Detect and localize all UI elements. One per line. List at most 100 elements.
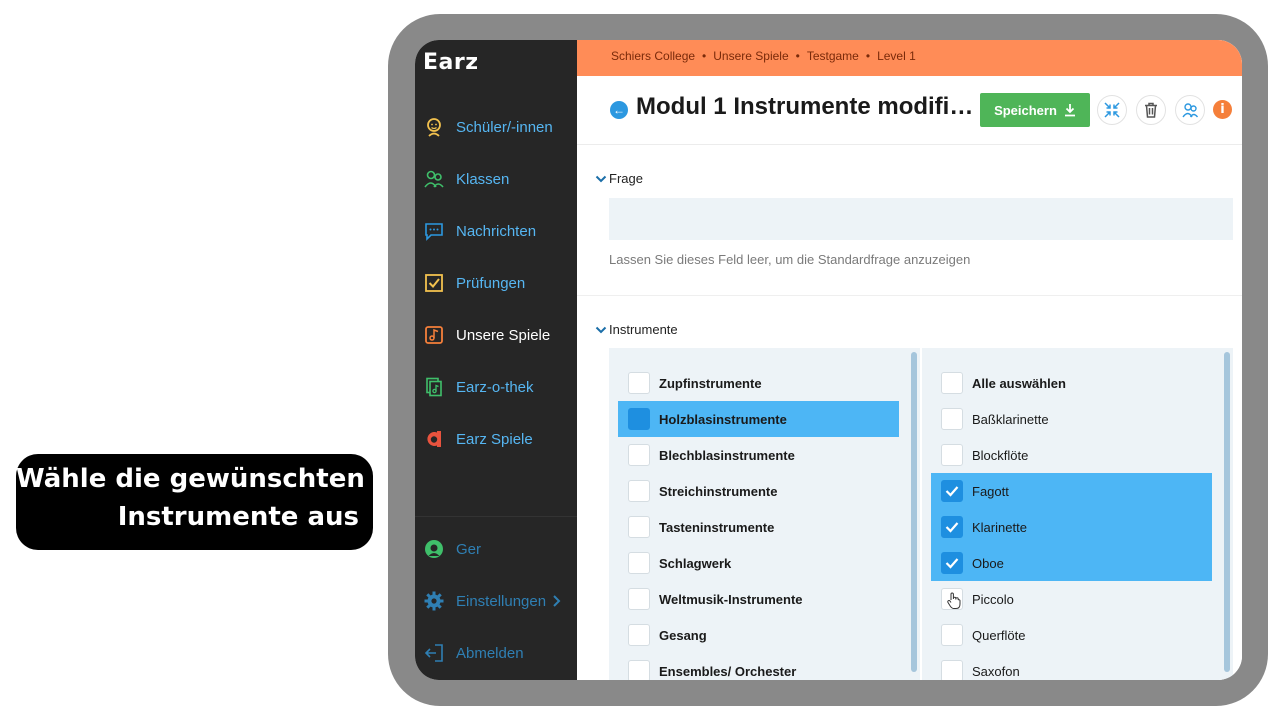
- sidebar-item-earz-games[interactable]: Earz Spiele: [415, 419, 577, 459]
- checkbox[interactable]: [628, 624, 650, 646]
- checkbox[interactable]: [941, 408, 963, 430]
- games-icon: [423, 324, 445, 346]
- checkbox[interactable]: [941, 480, 963, 502]
- instrument-item[interactable]: Klarinette: [931, 509, 1212, 545]
- sidebar-item-messages[interactable]: Nachrichten: [415, 211, 577, 251]
- breadcrumb-item[interactable]: Unsere Spiele: [713, 49, 788, 63]
- sidebar-item-label: Schüler/-innen: [456, 118, 553, 136]
- checkbox[interactable]: [628, 660, 650, 680]
- checkbox[interactable]: [628, 372, 650, 394]
- checkbox[interactable]: [941, 624, 963, 646]
- checkbox[interactable]: [941, 372, 963, 394]
- info-icon[interactable]: i: [1213, 100, 1232, 119]
- instrument-item[interactable]: Fagott: [931, 473, 1212, 509]
- instrument-item[interactable]: Oboe: [931, 545, 1212, 581]
- exams-icon: [423, 272, 445, 294]
- save-label: Speichern: [994, 102, 1057, 118]
- earz-games-icon: [423, 428, 445, 450]
- category-item[interactable]: Holzblasinstrumente: [618, 401, 899, 437]
- gear-icon: [423, 590, 445, 612]
- checkbox[interactable]: [941, 552, 963, 574]
- category-item[interactable]: Schlagwerk: [618, 545, 899, 581]
- instrument-item[interactable]: Baßklarinette: [931, 401, 1212, 437]
- sidebar-item-our-games[interactable]: Unsere Spiele: [415, 315, 577, 355]
- checkmark-icon: [945, 558, 959, 569]
- checkbox[interactable]: [628, 552, 650, 574]
- caption-line-2: Instrumente aus: [117, 502, 359, 532]
- breadcrumb-item[interactable]: Schiers College: [611, 49, 695, 63]
- instrument-scrollbar[interactable]: [1224, 352, 1230, 672]
- page-header: ← Modul 1 Instrumente modifiziert Speich…: [577, 76, 1242, 145]
- sidebar-item-label: Einstellungen: [456, 592, 547, 610]
- sidebar-item-classes[interactable]: Klassen: [415, 159, 577, 199]
- app-logo[interactable]: Earz: [423, 50, 479, 75]
- hand-cursor-icon: [947, 592, 961, 609]
- instrument-label: Saxofon: [972, 663, 1020, 679]
- select-all-item[interactable]: Alle auswählen: [931, 365, 1212, 401]
- sidebar-item-earz-o-thek[interactable]: Earz-o-thek: [415, 367, 577, 407]
- frage-hint: Lassen Sie dieses Feld leer, um die Stan…: [609, 252, 971, 267]
- category-item[interactable]: Gesang: [618, 617, 899, 653]
- category-label: Gesang: [659, 627, 707, 643]
- trash-icon: [1144, 102, 1158, 118]
- checkbox[interactable]: [941, 660, 963, 680]
- checkbox[interactable]: [941, 516, 963, 538]
- select-all-label: Alle auswählen: [972, 375, 1066, 391]
- instrument-label: Fagott: [972, 483, 1009, 499]
- checkbox[interactable]: [628, 480, 650, 502]
- instrument-label: Klarinette: [972, 519, 1027, 535]
- main-content: Schiers College • Unsere Spiele • Testgame • L…: [577, 40, 1242, 680]
- sidebar-item-language[interactable]: Ger: [415, 529, 577, 569]
- student-icon: [423, 116, 445, 138]
- instrument-list: Alle auswählen Baßklarinette Blockflöte …: [922, 348, 1233, 680]
- checkbox[interactable]: [628, 516, 650, 538]
- breadcrumb: Schiers College • Unsere Spiele • Testgame • L…: [611, 49, 916, 63]
- section-frage-toggle[interactable]: Frage: [595, 171, 643, 186]
- category-label: Zupfinstrumente: [659, 375, 762, 391]
- category-item[interactable]: Weltmusik-Instrumente: [618, 581, 899, 617]
- share-classes-button[interactable]: [1175, 95, 1205, 125]
- instrument-label: Querflöte: [972, 627, 1026, 643]
- instrument-label: Blockflöte: [972, 447, 1029, 463]
- instrument-label: Oboe: [972, 555, 1004, 571]
- checkbox[interactable]: [628, 408, 650, 430]
- checkbox[interactable]: [628, 588, 650, 610]
- back-arrow-icon[interactable]: ←: [610, 101, 628, 119]
- instrument-label: Piccolo: [972, 591, 1014, 607]
- section-instrumente-toggle[interactable]: Instrumente: [595, 322, 678, 337]
- checkmark-icon: [945, 522, 959, 533]
- collapse-button[interactable]: [1097, 95, 1127, 125]
- page-title: Modul 1 Instrumente modifiziert: [636, 93, 981, 120]
- instrument-item[interactable]: Piccolo: [931, 581, 1212, 617]
- category-item[interactable]: Blechblasinstrumente: [618, 437, 899, 473]
- checkbox[interactable]: [941, 444, 963, 466]
- app-screen: Earz Schüler/-innen Klassen Nachrichten …: [415, 40, 1242, 680]
- sidebar-item-settings[interactable]: Einstellungen: [415, 581, 577, 621]
- checkbox[interactable]: [941, 588, 963, 610]
- sidebar-item-students[interactable]: Schüler/-innen: [415, 107, 577, 147]
- sidebar-item-label: Nachrichten: [456, 222, 537, 240]
- save-button[interactable]: Speichern: [980, 93, 1090, 127]
- instrument-item[interactable]: Querflöte: [931, 617, 1212, 653]
- delete-button[interactable]: [1136, 95, 1166, 125]
- chevron-down-icon: [595, 174, 607, 184]
- instrument-item[interactable]: Blockflöte: [931, 437, 1212, 473]
- category-item[interactable]: Streichinstrumente: [618, 473, 899, 509]
- breadcrumb-item[interactable]: Testgame: [807, 49, 859, 63]
- sidebar-item-label: Prüfungen: [456, 274, 526, 292]
- instrument-item[interactable]: Saxofon: [931, 653, 1212, 680]
- breadcrumb-item[interactable]: Level 1: [877, 49, 916, 63]
- chevron-down-icon: [595, 325, 607, 335]
- category-item[interactable]: Tasteninstrumente: [618, 509, 899, 545]
- caption-line-1: Wähle die gewünschten: [16, 464, 365, 494]
- sidebar-item-label: Earz-o-thek: [456, 378, 534, 396]
- category-item[interactable]: Ensembles/ Orchester: [618, 653, 899, 680]
- sidebar-item-logout[interactable]: Abmelden: [415, 633, 577, 673]
- category-item[interactable]: Zupfinstrumente: [618, 365, 899, 401]
- sidebar: Earz Schüler/-innen Klassen Nachrichten …: [415, 40, 577, 680]
- sidebar-item-exams[interactable]: Prüfungen: [415, 263, 577, 303]
- category-label: Weltmusik-Instrumente: [659, 591, 803, 607]
- checkbox[interactable]: [628, 444, 650, 466]
- frage-input[interactable]: [609, 198, 1233, 240]
- category-scrollbar[interactable]: [911, 352, 917, 672]
